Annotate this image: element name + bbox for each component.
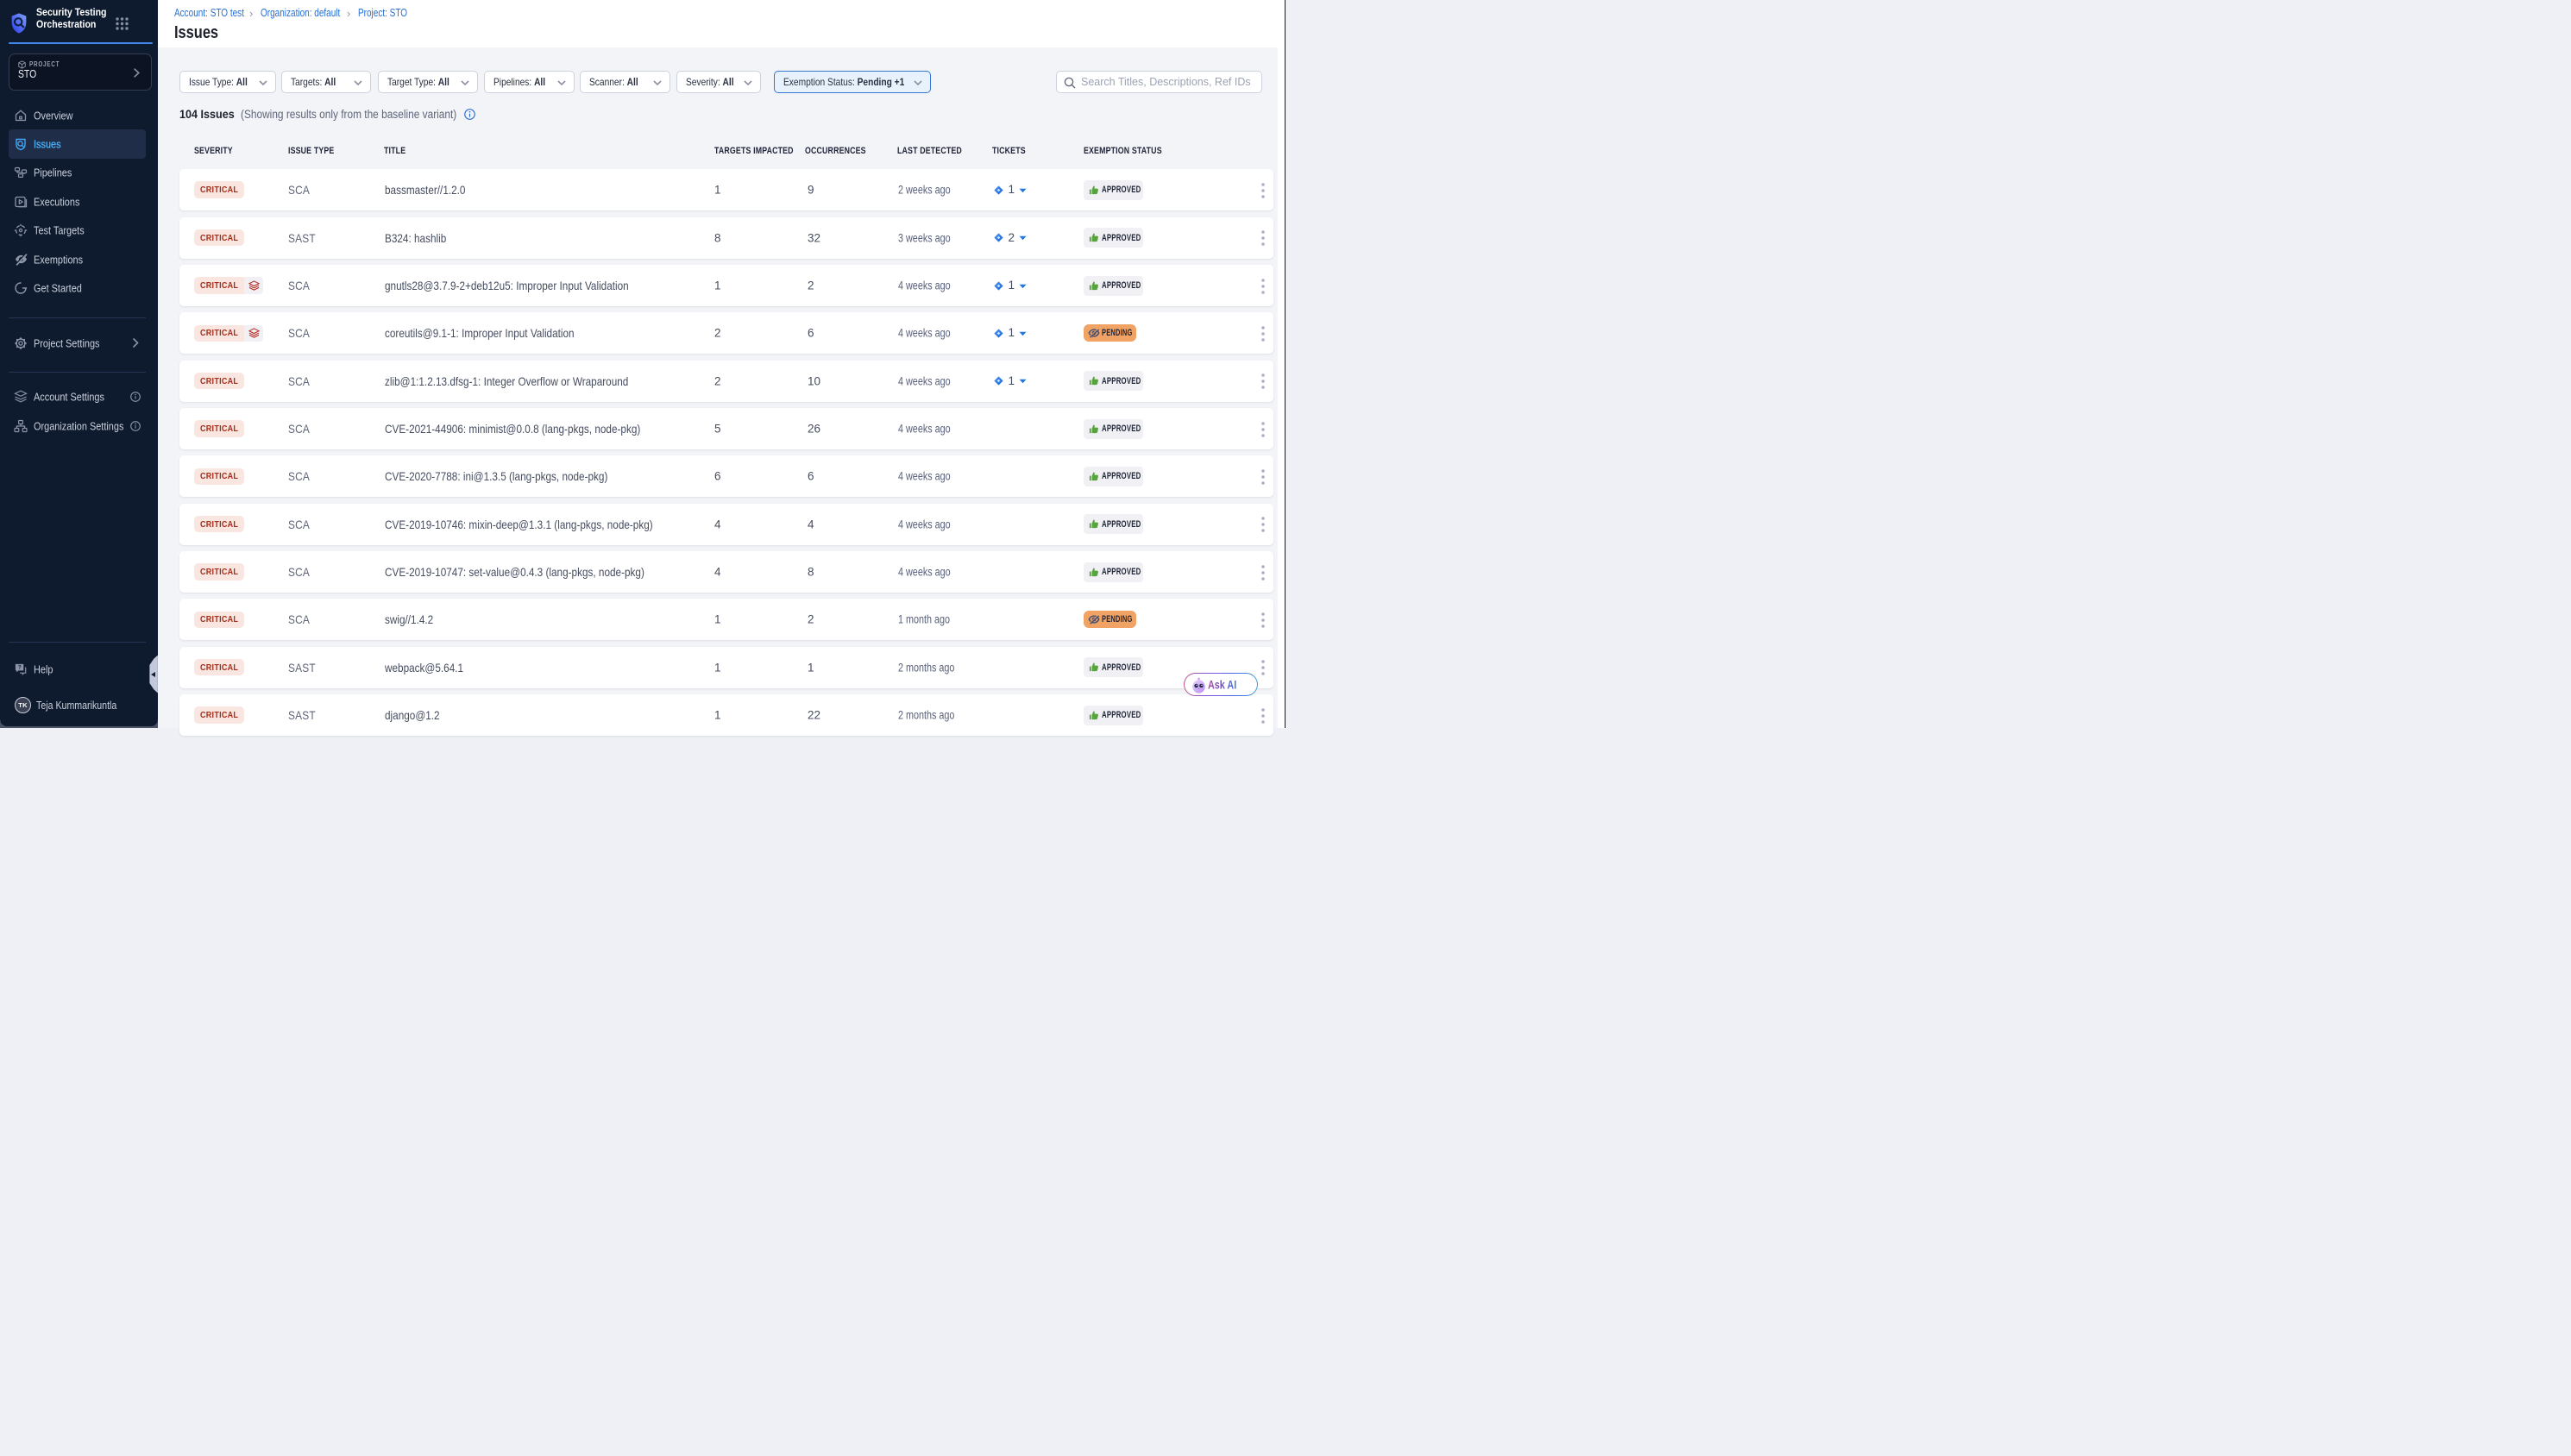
svg-text:?: ? — [18, 665, 22, 671]
